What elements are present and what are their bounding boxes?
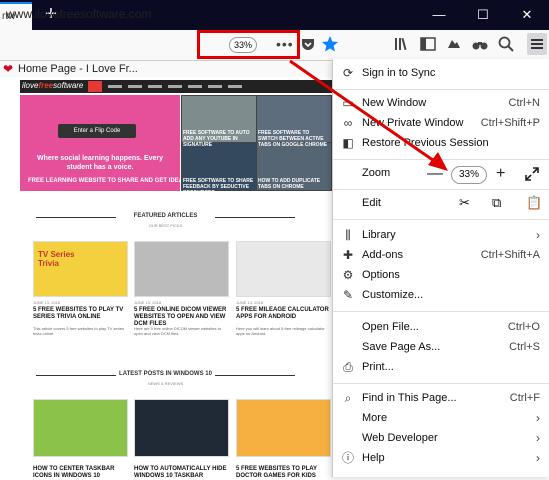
article-title[interactable]: 5 FREE WEBSITES TO PLAY DOCTOR GAMES FOR… <box>236 466 330 480</box>
featured-heading: FEATURED ARTICLES <box>133 213 198 219</box>
search-icon[interactable] <box>497 35 515 53</box>
paste-icon[interactable]: 📋 <box>526 195 542 211</box>
menu-separator <box>333 311 549 312</box>
zoom-in-button[interactable]: + <box>496 161 505 187</box>
menu-library[interactable]: ⫼ Library › <box>333 225 549 245</box>
menu-more[interactable]: More › <box>333 408 549 428</box>
maximize-button[interactable]: ☐ <box>461 0 505 30</box>
menu-web-developer[interactable]: Web Developer › <box>333 428 549 448</box>
article-excerpt: Here are 5 free online DICOM viewer webs… <box>134 326 221 336</box>
menu-separator <box>333 219 549 220</box>
puzzle-icon: ✚ <box>342 248 354 262</box>
library-icon: ⫼ <box>345 228 351 242</box>
zoom-reset-value[interactable]: 33% <box>451 166 487 184</box>
article-excerpt: Here you will learn about 5 free mileage… <box>236 326 325 336</box>
article-meta: JUNE 13, 2018 <box>33 300 61 305</box>
menu-edit-row: Edit ✂ ⧉ 📋 <box>333 193 549 215</box>
divider <box>36 375 116 376</box>
article-title[interactable]: 5 FREE MILEAGE CALCULATOR APPS FOR ANDRO… <box>236 307 330 321</box>
help-icon: ⓘ <box>341 451 354 465</box>
annotation-highlight-box <box>197 30 300 59</box>
chevron-right-icon: › <box>536 451 540 465</box>
restore-icon: ◧ <box>342 136 354 150</box>
menu-print[interactable]: ⎙ Print... <box>333 357 549 377</box>
bookmark-item[interactable]: Home Page - I Love Fr... <box>18 63 138 75</box>
paintbrush-icon: ✎ <box>342 288 354 302</box>
close-button[interactable]: ✕ <box>505 0 549 30</box>
divider <box>215 217 295 218</box>
grid-caption: FREE SOFTWARE TO SWITCH BETWEEN ACTIVE T… <box>258 130 328 148</box>
hamburger-menu-button[interactable] <box>527 33 547 55</box>
chevron-right-icon: › <box>536 411 540 425</box>
minimize-button[interactable]: — <box>417 0 461 30</box>
latest-subheading: NEWS & REVIEWS <box>147 381 184 386</box>
search-icon: ⌕ <box>344 391 352 405</box>
featured-subheading: OUR BEST PICKS <box>148 223 183 228</box>
menu-find-in-page[interactable]: ⌕ Find in This Page... Ctrl+F <box>333 388 549 408</box>
menu-separator <box>333 189 549 190</box>
menu-new-private-window[interactable]: ∞ New Private Window Ctrl+Shift+P <box>333 113 549 133</box>
menu-open-file[interactable]: Open File... Ctrl+O <box>333 317 549 337</box>
sync-icon: ⟳ <box>342 66 354 80</box>
menu-new-window[interactable]: ▭ New Window Ctrl+N <box>333 93 549 113</box>
grid-caption: HOW TO ADD DUPLICATE TABS ON CHROME <box>258 178 321 190</box>
article-title[interactable]: HOW TO CENTER TASKBAR ICONS IN WINDOWS 1… <box>33 466 129 480</box>
url-bar[interactable]: www.ilovefreesoftware.com <box>6 7 151 21</box>
cut-icon[interactable]: ✂ <box>459 195 470 211</box>
menu-addons[interactable]: ✚ Add-ons Ctrl+Shift+A <box>333 245 549 265</box>
article-thumbnail[interactable] <box>33 399 128 457</box>
article-thumbnail[interactable] <box>236 399 331 457</box>
grid-caption: FREE SOFTWARE TO AUTO ADD ANY YOUTUBE IN… <box>183 130 250 148</box>
site-nav-links[interactable] <box>108 85 248 88</box>
gear-icon: ⚙ <box>342 268 354 282</box>
new-window-icon: ▭ <box>342 96 354 110</box>
menu-customize[interactable]: ✎ Customize... <box>333 285 549 305</box>
article-meta: JUNE 13, 2018 <box>134 300 162 305</box>
article-thumbnail[interactable] <box>134 399 229 457</box>
zoom-label: Zoom <box>362 167 391 179</box>
article-title[interactable]: HOW TO AUTOMATICALLY HIDE WINDOWS 10 TAS… <box>134 466 230 480</box>
menu-options[interactable]: ⚙ Options <box>333 265 549 285</box>
article-excerpt: This article covers 5 free websites to p… <box>33 326 125 336</box>
grid-caption: FREE SOFTWARE TO SHARE FEEDBACK BY SEDUC… <box>183 178 254 196</box>
zoom-out-button[interactable]: — <box>427 161 443 187</box>
article-thumbnail[interactable] <box>236 241 331 297</box>
menu-sign-in-sync[interactable]: ⟳ Sign in to Sync <box>333 63 549 83</box>
copy-icon[interactable]: ⧉ <box>492 195 501 211</box>
app-menu-panel: ⟳ Sign in to Sync ▭ New Window Ctrl+N ∞ New … <box>332 59 549 477</box>
library-icon[interactable] <box>393 35 411 53</box>
edit-label: Edit <box>362 197 381 209</box>
menu-separator <box>333 89 549 90</box>
hero-banner[interactable] <box>20 95 180 191</box>
hero-headline: Where social learning happens. Every stu… <box>36 155 164 171</box>
bookmark-star-icon[interactable] <box>321 35 339 53</box>
latest-heading: LATEST POSTS IN WINDOWS 10 <box>119 371 212 377</box>
article-title[interactable]: 5 FREE WEBSITES TO PLAY TV SERIES TRIVIA… <box>33 307 129 321</box>
menu-help[interactable]: ⓘ Help › <box>333 448 549 468</box>
printer-icon: ⎙ <box>343 360 353 374</box>
hero-flip-code: Enter a Flip Code <box>58 124 136 138</box>
site-home-tab[interactable] <box>88 81 102 92</box>
menu-restore-session[interactable]: ◧ Restore Previous Session <box>333 133 549 153</box>
divider <box>36 217 116 218</box>
sidebar-icon[interactable] <box>419 35 437 53</box>
thumbnail-badge: TV Series Trivia <box>38 250 75 268</box>
pocket-icon[interactable] <box>299 35 317 53</box>
divider <box>215 375 295 376</box>
site-logo[interactable]: ilovefreesoftware <box>22 81 83 90</box>
fullscreen-icon[interactable] <box>525 167 539 181</box>
menu-zoom-row: Zoom — 33% + <box>333 161 549 187</box>
menu-separator <box>333 383 549 384</box>
chevron-right-icon: › <box>536 431 540 445</box>
private-mask-icon: ∞ <box>343 116 353 130</box>
heart-favicon-icon: ❤ <box>3 62 14 76</box>
article-thumbnail[interactable] <box>134 241 229 297</box>
extension-icon[interactable] <box>445 35 463 53</box>
binoculars-icon[interactable] <box>471 35 489 53</box>
menu-save-page[interactable]: Save Page As... Ctrl+S <box>333 337 549 357</box>
menu-separator <box>333 159 549 160</box>
article-title[interactable]: 5 FREE ONLINE DICOM VIEWER WEBSITES TO O… <box>134 307 230 328</box>
chevron-right-icon: › <box>536 228 540 242</box>
article-meta: JUNE 13, 2018 <box>236 300 264 305</box>
